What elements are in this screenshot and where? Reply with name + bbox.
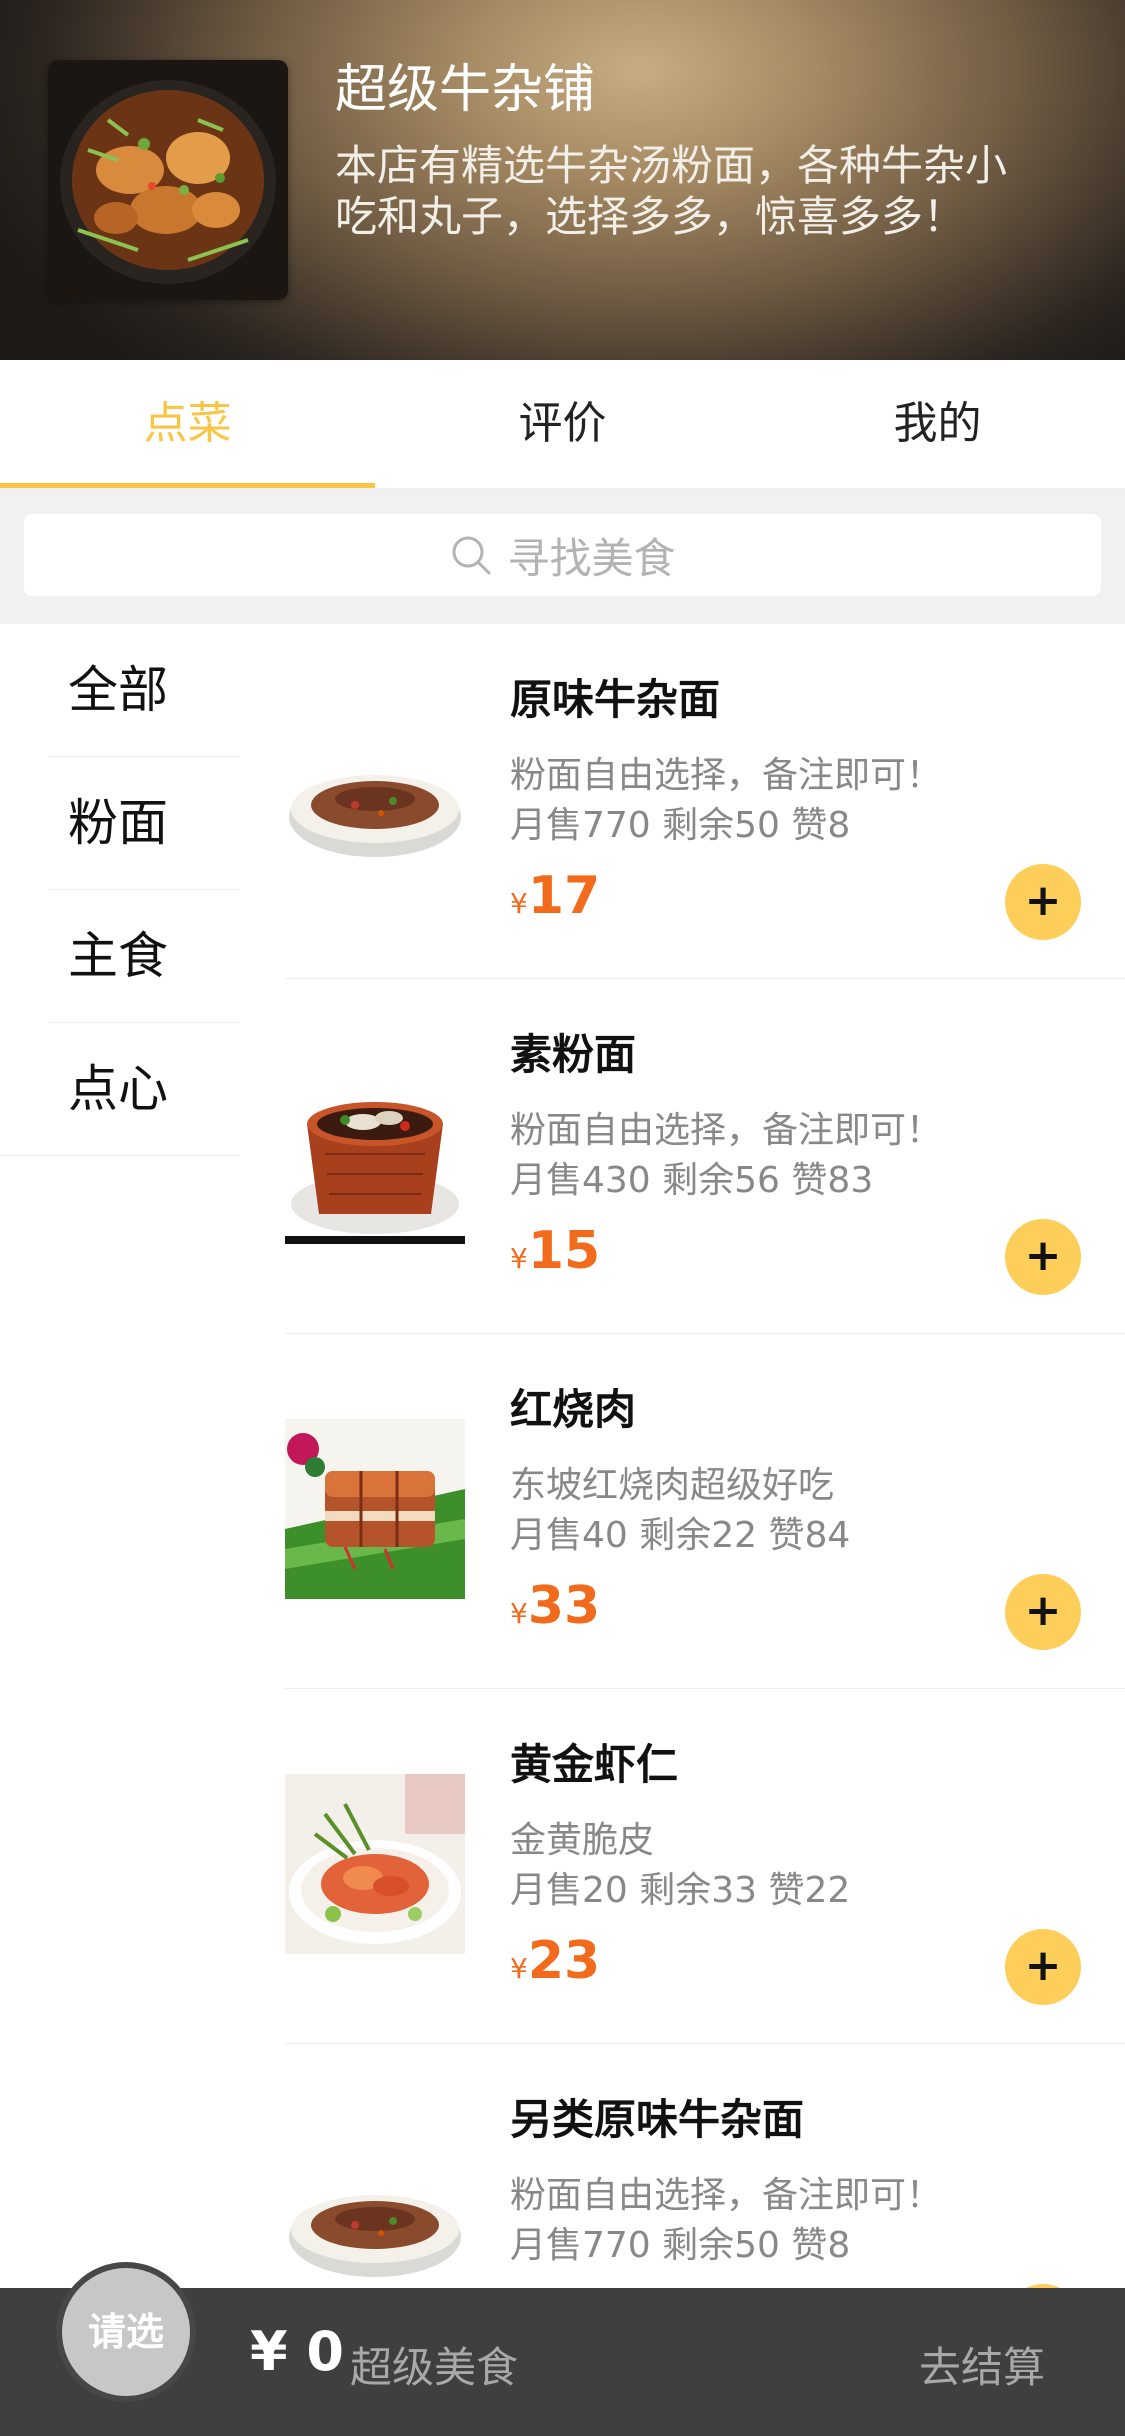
checkout-button[interactable]: 去结算 bbox=[919, 2334, 1045, 2395]
price-value: 23 bbox=[527, 1931, 601, 1991]
shop-header: 超级牛杂铺 本店有精选牛杂汤粉面，各种牛杂小吃和丸子，选择多多，惊喜多多！ bbox=[0, 0, 1125, 360]
search-placeholder: 寻找美食 bbox=[507, 533, 676, 583]
search-icon bbox=[452, 536, 491, 575]
currency-symbol: ¥ bbox=[510, 1242, 528, 1275]
shop-logo bbox=[48, 60, 288, 300]
add-to-cart-button[interactable]: + bbox=[1005, 1574, 1081, 1650]
cart-label: 超级美食 bbox=[350, 2343, 519, 2392]
product-image-noodle-bowl bbox=[285, 709, 465, 889]
cart-total: ¥ 0 bbox=[250, 2320, 344, 2383]
product-stats: 月售770 剩余50 赞8 bbox=[510, 805, 851, 846]
tab-order[interactable]: 点菜 bbox=[0, 360, 375, 488]
product-list: 原味牛杂面 粉面自由选择，备注即可！ 月售770 剩余50 赞8 ¥17 + 素… bbox=[285, 624, 1125, 2399]
product-name: 原味牛杂面 bbox=[510, 675, 721, 724]
tab-mine[interactable]: 我的 bbox=[750, 360, 1125, 488]
product-description: 粉面自由选择，备注即可！ bbox=[510, 2175, 943, 2216]
tab-reviews[interactable]: 评价 bbox=[375, 360, 750, 488]
search-input[interactable]: 寻找美食 bbox=[24, 514, 1101, 596]
add-to-cart-button[interactable]: + bbox=[1005, 1219, 1081, 1295]
product-image-clay-pot bbox=[285, 1064, 465, 1244]
product-price: ¥23 bbox=[510, 1931, 600, 1991]
product-price: ¥15 bbox=[510, 1221, 600, 1281]
product-image-golden-shrimp bbox=[285, 1774, 465, 1954]
product-price: ¥33 bbox=[510, 1576, 600, 1636]
currency-symbol: ¥ bbox=[510, 1597, 528, 1630]
add-to-cart-button[interactable]: + bbox=[1005, 1929, 1081, 2005]
cart-select-button[interactable]: 请选 bbox=[56, 2262, 196, 2402]
product-description: 金黄脆皮 bbox=[510, 1820, 655, 1861]
product-stats: 月售40 剩余22 赞84 bbox=[510, 1515, 851, 1556]
product-image-noodle-bowl bbox=[285, 2129, 465, 2309]
category-staple[interactable]: 主食 bbox=[48, 890, 240, 1023]
shop-description: 本店有精选牛杂汤粉面，各种牛杂小吃和丸子，选择多多，惊喜多多！ bbox=[335, 141, 1008, 241]
shop-name: 超级牛杂铺 bbox=[335, 60, 596, 120]
product-name: 素粉面 bbox=[510, 1030, 637, 1079]
product-item[interactable]: 素粉面 粉面自由选择，备注即可！ 月售430 剩余56 赞83 ¥15 + bbox=[285, 979, 1125, 1334]
product-description: 东坡红烧肉超级好吃 bbox=[510, 1465, 835, 1506]
product-name: 黄金虾仁 bbox=[510, 1740, 679, 1789]
category-sidebar: 全部 粉面 主食 点心 bbox=[0, 624, 240, 1156]
tab-bar: 点菜 评价 我的 bbox=[0, 360, 1125, 489]
product-stats: 月售770 剩余50 赞8 bbox=[510, 2225, 851, 2266]
product-price: ¥17 bbox=[510, 866, 600, 926]
product-description: 粉面自由选择，备注即可！ bbox=[510, 755, 943, 796]
price-value: 17 bbox=[527, 866, 601, 926]
category-snacks[interactable]: 点心 bbox=[48, 1023, 240, 1155]
product-stats: 月售430 剩余56 赞83 bbox=[510, 1160, 874, 1201]
product-description: 粉面自由选择，备注即可！ bbox=[510, 1110, 943, 1151]
category-noodles[interactable]: 粉面 bbox=[48, 757, 240, 890]
category-all[interactable]: 全部 bbox=[48, 624, 240, 757]
product-stats: 月售20 剩余33 赞22 bbox=[510, 1870, 851, 1911]
add-to-cart-button[interactable]: + bbox=[1005, 864, 1081, 940]
product-name: 红烧肉 bbox=[510, 1385, 637, 1434]
price-value: 33 bbox=[527, 1576, 601, 1636]
price-value: 15 bbox=[527, 1221, 601, 1281]
search-bar: 寻找美食 bbox=[0, 489, 1125, 624]
product-item[interactable]: 原味牛杂面 粉面自由选择，备注即可！ 月售770 剩余50 赞8 ¥17 + bbox=[285, 624, 1125, 979]
product-item[interactable]: 黄金虾仁 金黄脆皮 月售20 剩余33 赞22 ¥23 + bbox=[285, 1689, 1125, 2044]
product-image-braised-pork bbox=[285, 1419, 465, 1599]
product-item[interactable]: 红烧肉 东坡红烧肉超级好吃 月售40 剩余22 赞84 ¥33 + bbox=[285, 1334, 1125, 1689]
currency-symbol: ¥ bbox=[510, 1952, 528, 1985]
product-name: 另类原味牛杂面 bbox=[510, 2095, 805, 2144]
currency-symbol: ¥ bbox=[510, 887, 528, 920]
